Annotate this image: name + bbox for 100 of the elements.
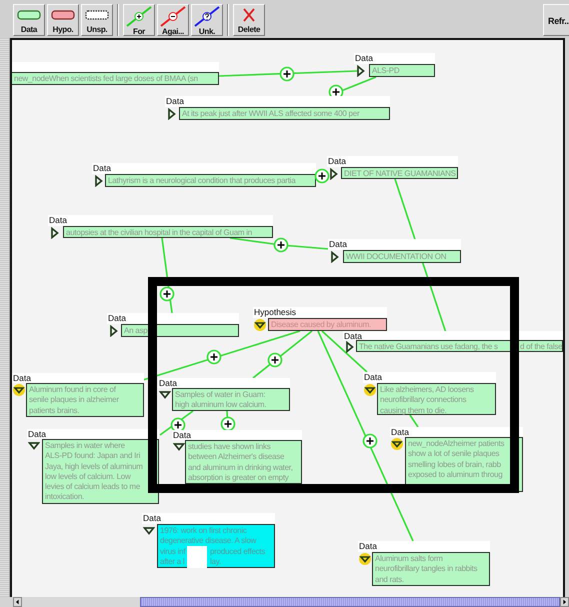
node-type-label: Data: [364, 372, 382, 382]
text-line: Lathyrism is a neurological condition that produces partia: [108, 176, 296, 186]
tool-button[interactable]: Delete: [233, 4, 265, 36]
node-type-label: Data: [329, 239, 347, 249]
node-box[interactable]: At its peak just after WWII ALS affected some 400 per: [179, 107, 390, 120]
triangle-icon[interactable]: [166, 108, 178, 120]
text-line: and aluminum in drinking water,: [188, 462, 293, 473]
node-box[interactable]: ALS-PD: [369, 64, 435, 77]
node-type-label: Data: [13, 373, 31, 383]
node-box[interactable]: 1976: work on first chronic degenerative disease. A slow virus inf produced effects after a l lay.: [157, 524, 275, 568]
tool-button[interactable]: Data: [13, 4, 45, 36]
text-line: Aluminum salts form: [375, 554, 443, 564]
triangle-icon[interactable]: [328, 168, 340, 180]
minus-link-icon: [159, 6, 187, 27]
plus-link-icon: [125, 6, 153, 27]
node-type-label: Data: [49, 215, 67, 225]
text-line: high aluminum low calcium.: [175, 400, 266, 411]
node-type-label: Data: [108, 313, 126, 323]
plus-icon[interactable]: [220, 416, 236, 432]
plus-icon[interactable]: [362, 434, 378, 448]
text-line: At its peak just after WWII ALS affected some 400 per: [182, 109, 360, 120]
text-line: ALS-PD: [372, 66, 400, 76]
node-box[interactable]: Lathyrism is a neurological condition that produces partia: [105, 174, 316, 187]
triangle-icon[interactable]: [391, 438, 403, 450]
triangle-icon[interactable]: [254, 319, 266, 331]
text-line: causing them to die.: [380, 406, 447, 416]
text-line: new_nodeAlzheimer patients: [408, 439, 504, 450]
text-line: degenerative disease. A slow: [160, 536, 256, 547]
triangle-icon[interactable]: [13, 384, 25, 396]
text-line: neurofibrillary tangles in rabbits: [375, 564, 478, 575]
text-line: new_nodeWhen scientists fed large doses of BMAA (sn: [14, 74, 198, 84]
plus-icon[interactable]: [280, 66, 294, 82]
tool-button[interactable]: Hypo.: [47, 4, 79, 36]
plus-icon[interactable]: [170, 418, 186, 432]
triangle-icon[interactable]: [344, 341, 356, 353]
triangle-icon[interactable]: [173, 441, 185, 453]
tool-button[interactable]: Agai...: [157, 4, 189, 36]
text-line: between Alzheimer's disease: [188, 452, 284, 463]
text-line: Samples of water in Guam:: [175, 390, 266, 400]
text-fragment: lay.: [210, 556, 221, 568]
text-line: Like alzheimers, AD loosens: [380, 385, 474, 396]
node-type-label: Hypothesis: [254, 307, 296, 317]
node-type-label: Data: [328, 156, 346, 166]
plus-icon[interactable]: [314, 168, 330, 184]
triangle-icon[interactable]: [329, 251, 341, 263]
triangle-icon[interactable]: [143, 525, 155, 537]
plus-icon[interactable]: [268, 352, 282, 368]
text-fragment: produced effects: [210, 546, 266, 557]
triangle-icon[interactable]: [359, 553, 371, 565]
triangle-icon[interactable]: [364, 384, 376, 396]
plus-icon[interactable]: [206, 350, 222, 364]
node-type-label: Data: [391, 427, 409, 437]
node-type-label: Data: [28, 429, 46, 439]
node-box[interactable]: autopsies at the civilian hospital in the capital of Guam in: [63, 226, 273, 238]
node-box[interactable]: An asp: [121, 324, 239, 337]
scroll-right-icon[interactable]: [560, 597, 569, 607]
triangle-icon[interactable]: [93, 175, 105, 187]
tool-button[interactable]: Unk.: [191, 4, 223, 36]
triangle-icon[interactable]: [49, 227, 61, 239]
node-type-label: Data: [173, 430, 191, 440]
plus-icon[interactable]: [160, 286, 174, 302]
text-line: autopsies at the civilian hospital in the capital of Guam in: [66, 228, 252, 238]
text-line: absorption is greater on empty: [188, 472, 289, 484]
node-type-label: Data: [359, 541, 377, 551]
question-link-icon: [193, 6, 221, 27]
node-box[interactable]: studies have shown links between Alzheimer's disease and aluminum in drinking water, absorption is greater on empty: [185, 440, 302, 484]
text-line: smelling lobes of brain, rabb: [408, 460, 501, 470]
node-box[interactable]: Aluminum found in core of senile plaques in alzheimer patients brains.: [26, 383, 144, 417]
triangle-icon[interactable]: [355, 65, 367, 77]
text-line: neurofibrillary connections: [380, 395, 466, 406]
scroll-left-icon[interactable]: [13, 597, 22, 607]
node-type-label: Data: [355, 53, 373, 63]
text-line: WWII DOCUMENTATION ON: [346, 252, 446, 262]
node-box[interactable]: WWII DOCUMENTATION ON: [343, 250, 461, 263]
refresh-button[interactable]: Refr..: [543, 4, 569, 36]
node-type-label: Data: [143, 513, 161, 523]
tool-button[interactable]: Unsp.: [81, 4, 113, 36]
text-line: Aluminum found in core of: [29, 385, 116, 396]
scroll-thumb[interactable]: [140, 597, 560, 607]
node-box[interactable]: Like alzheimers, AD loosens neurofibrillary connections causing them to die.: [377, 383, 496, 415]
node-box[interactable]: new_nodeWhen scientists fed large doses of BMAA (sn: [12, 72, 219, 85]
node-type-label: Data: [93, 163, 111, 173]
tool-button[interactable]: For: [123, 4, 155, 36]
text-line: exposed to aluminum throug: [408, 470, 502, 480]
node-box[interactable]: Aluminum salts form neurofibrillary tangles in rabbits and rats.: [372, 552, 490, 586]
node-box[interactable]: Samples in water where ALS-PD found: Japan and Iri Jaya, high levels of aluminum low levels of calcium. Low levies of calcium leads to me intoxication.: [42, 439, 159, 504]
text-line: show a lot of senile plaques: [408, 449, 500, 460]
text-line: DIET OF NATIVE GUAMANIANS: [344, 169, 456, 180]
plus-icon[interactable]: [274, 238, 288, 252]
triangle-icon[interactable]: [108, 325, 120, 337]
text-line: 1976: work on first chronic: [160, 526, 247, 536]
text-line: An asp: [124, 326, 148, 336]
text-line: Jaya, high levels of aluminum: [45, 462, 143, 472]
triangle-icon[interactable]: [159, 389, 171, 401]
node-type-label: Data: [159, 378, 177, 388]
triangle-icon[interactable]: [28, 440, 40, 452]
node-box[interactable]: DIET OF NATIVE GUAMANIANS: [341, 167, 458, 179]
blank-patch: [187, 546, 207, 568]
node-box[interactable]: Samples of water in Guam: high aluminum low calcium.: [172, 388, 290, 411]
text-line: senile plaques in alzheimer: [29, 395, 119, 406]
